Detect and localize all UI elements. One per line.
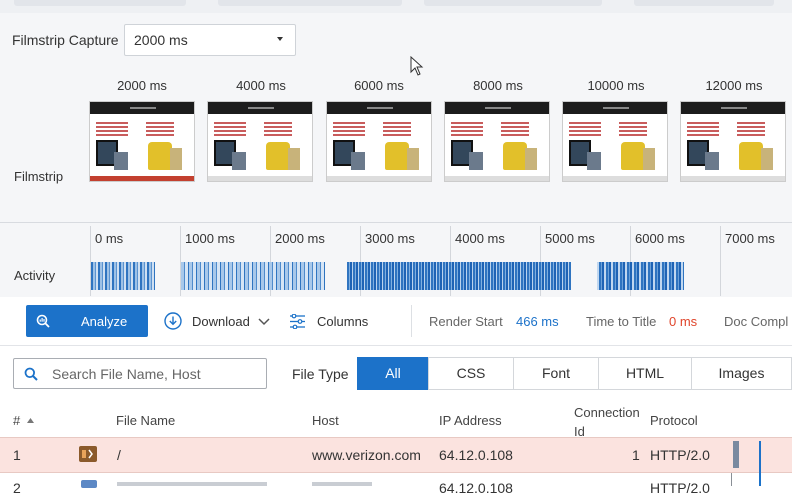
file-type-all-button[interactable]: All <box>357 357 429 390</box>
activity-tick-label: 3000 ms <box>365 231 415 246</box>
row-num: 1 <box>13 447 21 463</box>
top-tab[interactable] <box>218 0 402 6</box>
analyze-button[interactable]: Analyze <box>26 305 148 337</box>
activity-gridline <box>720 226 721 296</box>
file-type-font-button[interactable]: Font <box>513 357 599 390</box>
columns-button[interactable]: Columns <box>289 312 369 332</box>
filmstrip-frame-thumbnail[interactable] <box>207 101 313 182</box>
search-icon <box>24 367 38 381</box>
activity-row-label: Activity <box>14 268 56 283</box>
filmstrip-frame-thumbnail[interactable] <box>680 101 786 182</box>
frame-time-label: 2000 ms <box>117 78 167 93</box>
file-type-css-button[interactable]: CSS <box>428 357 514 390</box>
frame-time-label: 8000 ms <box>473 78 523 93</box>
row-protocol: HTTP/2.0 <box>650 447 710 463</box>
activity-tick-label: 4000 ms <box>455 231 505 246</box>
column-header-protocol[interactable]: Protocol <box>650 413 698 428</box>
doc-complete-label: Doc Compl <box>724 314 789 329</box>
time-to-title-label: Time to Title <box>586 314 657 329</box>
top-tab[interactable] <box>634 0 774 6</box>
row-ip-address: 64.12.0.108 <box>439 447 513 463</box>
filmstrip-frame-thumbnail[interactable] <box>444 101 550 182</box>
column-header-num-label: # <box>13 413 21 428</box>
chevron-down-icon <box>258 318 270 326</box>
file-type-html-button[interactable]: HTML <box>598 357 692 390</box>
caret-down-icon <box>277 37 283 41</box>
file-type-images-button[interactable]: Images <box>691 357 792 390</box>
activity-tick-label: 1000 ms <box>185 231 235 246</box>
activity-bar <box>597 262 684 290</box>
file-type-icon <box>81 480 97 488</box>
search-input[interactable]: Search File Name, Host <box>13 358 267 389</box>
download-button[interactable]: Download <box>164 312 272 332</box>
render-start-label: Render Start <box>429 314 503 329</box>
frame-time-label: 10000 ms <box>587 78 645 93</box>
filmstrip-frame-thumbnail[interactable] <box>562 101 668 182</box>
activity-bar <box>347 262 571 290</box>
column-header-host[interactable]: Host <box>312 413 339 428</box>
filmstrip-capture-value: 2000 ms <box>134 32 188 48</box>
html-file-icon <box>79 446 97 462</box>
toolbar-separator <box>411 305 412 337</box>
download-icon <box>164 312 182 330</box>
filmstrip-capture-select[interactable]: 2000 ms <box>124 24 296 56</box>
column-header-connection-id[interactable]: Connection Id <box>574 403 640 441</box>
filmstrip-capture-label: Filmstrip Capture <box>12 32 119 48</box>
top-tab[interactable] <box>424 0 602 6</box>
activity-tick-label: 2000 ms <box>275 231 325 246</box>
activity-bar <box>181 262 325 290</box>
search-placeholder: Search File Name, Host <box>52 366 201 382</box>
column-header-ip-address[interactable]: IP Address <box>439 413 502 428</box>
column-header-connection-line1: Connection <box>574 405 640 420</box>
column-header-file-name[interactable]: File Name <box>116 413 175 428</box>
frame-time-label: 4000 ms <box>236 78 286 93</box>
mouse-cursor-icon <box>410 56 424 76</box>
analyze-magnifier-icon <box>36 314 50 328</box>
activity-tick-label: 5000 ms <box>545 231 595 246</box>
row-host: www.verizon.com <box>312 447 421 463</box>
time-to-title-value: 0 ms <box>669 314 698 329</box>
top-tab[interactable] <box>14 0 186 6</box>
row-file-name[interactable]: / <box>117 447 121 463</box>
waterfall-marker <box>759 441 761 486</box>
activity-tick-label: 6000 ms <box>635 231 685 246</box>
activity-tick-label: 0 ms <box>95 231 124 246</box>
row-connection-id: 1 <box>632 447 640 463</box>
activity-tick-label: 7000 ms <box>725 231 775 246</box>
row-num: 2 <box>13 480 21 496</box>
row-host-cut <box>312 482 372 486</box>
frame-time-label: 6000 ms <box>354 78 404 93</box>
filmstrip-frame-thumbnail[interactable] <box>326 101 432 182</box>
sort-ascending-icon <box>26 418 34 423</box>
columns-label: Columns <box>317 314 369 329</box>
waterfall-bar <box>733 441 739 468</box>
filmstrip-row-label: Filmstrip <box>14 169 64 184</box>
row-file-name-cut <box>117 482 267 486</box>
file-type-label: File Type <box>292 366 349 382</box>
columns-sliders-icon <box>290 314 305 329</box>
row-ip-address: 64.12.0.108 <box>439 480 513 496</box>
filmstrip-frame-thumbnail[interactable] <box>89 101 195 182</box>
frame-time-label: 12000 ms <box>705 78 763 93</box>
analyze-label: Analyze <box>81 314 128 329</box>
column-header-num[interactable]: # <box>13 413 34 428</box>
section-divider <box>0 222 792 223</box>
download-label: Download <box>192 314 250 329</box>
row-protocol: HTTP/2.0 <box>650 480 710 496</box>
activity-bar <box>91 262 155 290</box>
render-start-value: 466 ms <box>516 314 559 329</box>
